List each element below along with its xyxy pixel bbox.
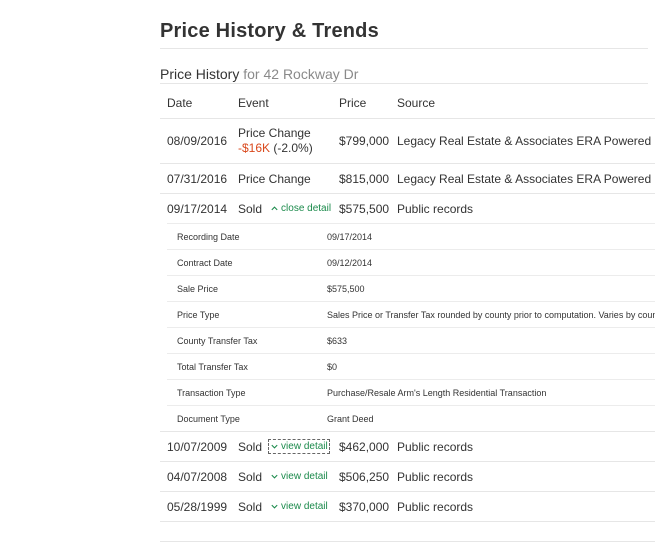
table-row: 08/09/2016 Price Change -$16K (-2.0%) $7… [160, 118, 655, 164]
table-header-row: Date Event Price Source [160, 88, 655, 119]
view-detail-link[interactable]: view detail [268, 439, 330, 454]
view-detail-link[interactable]: view detail [270, 501, 328, 512]
table-row: 07/31/2016 Price Change $815,000 Legacy … [160, 163, 655, 194]
detail-row: Recording Date 09/17/2014 [167, 223, 655, 250]
row-date: 04/07/2008 [160, 461, 231, 492]
detail-label: Document Type [167, 405, 317, 431]
row-source: Legacy Real Estate & Associates ERA Powe… [390, 118, 655, 164]
title-divider [160, 48, 648, 49]
event-label: Sold [238, 201, 263, 216]
column-header-price: Price [332, 88, 390, 119]
view-detail-label: view detail [281, 441, 328, 452]
chevron-down-icon [271, 504, 278, 509]
row-event: Sold close detail [231, 193, 332, 223]
price-change-amount: -$16K (-2.0%) [238, 141, 332, 156]
price-history-table: Date Event Price Source 08/09/2016 Price… [160, 88, 655, 522]
row-source: Public records [390, 431, 655, 462]
detail-row: Sale Price $575,500 [167, 275, 655, 302]
chevron-down-icon [271, 444, 278, 449]
section-title: Price History & Trends [160, 20, 379, 42]
detail-value: Sales Price or Transfer Tax rounded by c… [317, 301, 655, 328]
row-source: Legacy Real Estate & Associates ERA Powe… [390, 163, 655, 194]
table-row: 05/28/1999 Sold view detail $370,000 Pub… [160, 491, 655, 522]
row-event: Sold view detail [231, 491, 332, 522]
detail-value: $633 [317, 327, 655, 354]
row-source: Public records [390, 193, 655, 223]
row-source: Public records [390, 491, 655, 522]
row-date: 10/07/2009 [160, 431, 231, 462]
view-detail-label: view detail [281, 501, 328, 512]
detail-value: 09/12/2014 [317, 249, 655, 276]
row-event: Price Change -$16K (-2.0%) [231, 118, 332, 164]
row-date: 09/17/2014 [160, 193, 231, 223]
close-detail-link[interactable]: close detail [270, 203, 331, 214]
row-event: Sold view detail [231, 461, 332, 492]
row-date: 07/31/2016 [160, 163, 231, 194]
detail-label: Transaction Type [167, 379, 317, 406]
table-row: 04/07/2008 Sold view detail $506,250 Pub… [160, 461, 655, 492]
row-date: 08/09/2016 [160, 118, 231, 164]
close-detail-label: close detail [281, 203, 332, 214]
table-row: 10/07/2009 Sold view detail $462,000 Pub… [160, 431, 655, 462]
price-history-subtitle: Price History for 42 Rockway Dr [160, 66, 358, 82]
detail-label: Recording Date [167, 223, 317, 250]
detail-value: $575,500 [317, 275, 655, 302]
event-label: Price Change [238, 126, 311, 140]
row-price: $370,000 [332, 491, 390, 522]
row-price: $799,000 [332, 118, 390, 164]
detail-row: Total Transfer Tax $0 [167, 353, 655, 380]
detail-label: Total Transfer Tax [167, 353, 317, 380]
subtitle-label: Price History [160, 66, 240, 82]
row-event: Sold view detail [231, 431, 332, 462]
row-price: $462,000 [332, 431, 390, 462]
table-row: 09/17/2014 Sold close detail $575,500 Pu… [160, 193, 655, 223]
detail-label: County Transfer Tax [167, 327, 317, 354]
detail-row: County Transfer Tax $633 [167, 327, 655, 354]
detail-label: Sale Price [167, 275, 317, 302]
detail-value: Grant Deed [317, 405, 655, 431]
detail-row: Contract Date 09/12/2014 [167, 249, 655, 276]
change-percent: (-2.0%) [273, 141, 313, 155]
section-bottom-divider [160, 541, 655, 542]
sale-detail-table: Recording Date 09/17/2014 Contract Date 09… [167, 223, 655, 431]
event-label: Sold [238, 439, 263, 454]
chevron-up-icon [271, 206, 278, 211]
column-header-source: Source [390, 88, 655, 119]
detail-label: Price Type [167, 301, 317, 328]
detail-label: Contract Date [167, 249, 317, 276]
chevron-down-icon [271, 474, 278, 479]
view-detail-link[interactable]: view detail [270, 471, 328, 482]
column-header-event: Event [231, 88, 332, 119]
detail-row: Price Type Sales Price or Transfer Tax ro… [167, 301, 655, 328]
row-source: Public records [390, 461, 655, 492]
row-price: $575,500 [332, 193, 390, 223]
detail-row: Transaction Type Purchase/Resale Arm's Le… [167, 379, 655, 406]
event-label: Sold [238, 499, 263, 514]
row-price: $506,250 [332, 461, 390, 492]
detail-value: Purchase/Resale Arm's Length Residential… [317, 379, 655, 406]
subtitle-divider [160, 83, 648, 84]
detail-value: $0 [317, 353, 655, 380]
change-amount: -$16K [238, 141, 271, 155]
detail-row: Document Type Grant Deed [167, 405, 655, 431]
subtitle-address: for 42 Rockway Dr [243, 66, 359, 82]
row-event: Price Change [231, 163, 332, 194]
row-price: $815,000 [332, 163, 390, 194]
sale-detail-cell: Recording Date 09/17/2014 Contract Date 09… [160, 223, 655, 432]
event-label: Sold [238, 469, 263, 484]
detail-value: 09/17/2014 [317, 223, 655, 250]
price-history-page: Price History & Trends Price History for… [0, 0, 655, 557]
row-date: 05/28/1999 [160, 491, 231, 522]
view-detail-label: view detail [281, 471, 328, 482]
sale-detail-row: Recording Date 09/17/2014 Contract Date 09… [160, 223, 655, 432]
column-header-date: Date [160, 88, 231, 119]
